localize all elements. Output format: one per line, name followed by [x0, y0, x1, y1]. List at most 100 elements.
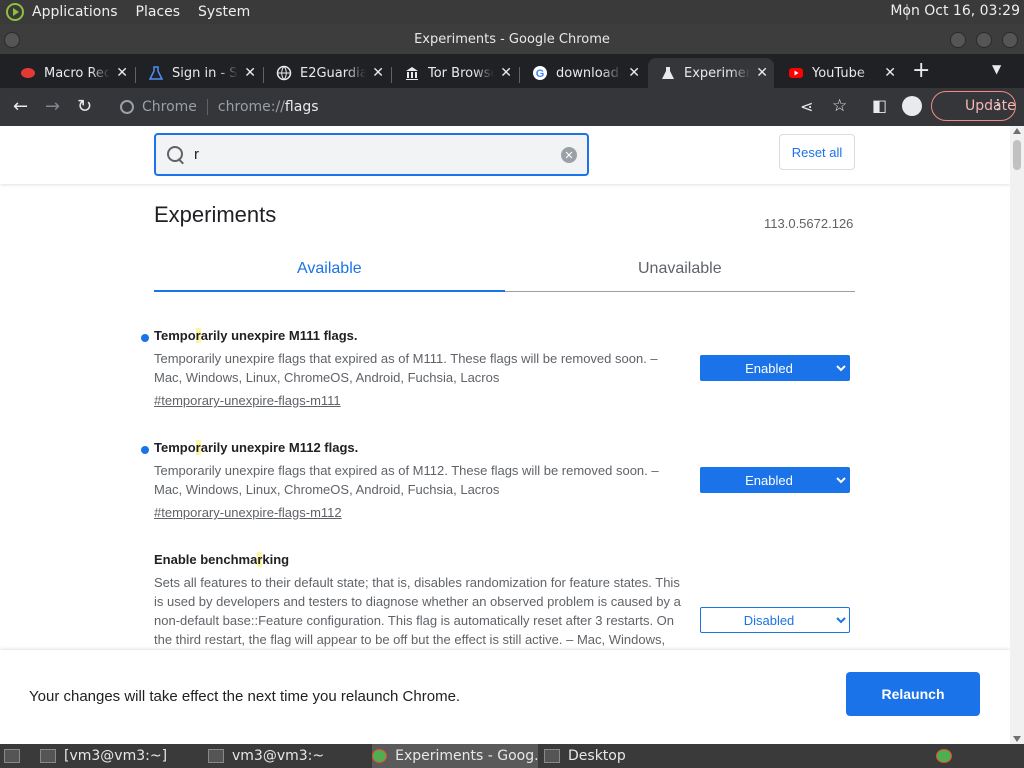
url-scheme: chrome:// [217, 99, 285, 115]
tab-youtube[interactable]: YouTube ✕ [776, 58, 902, 88]
scroll-down-icon[interactable] [1013, 736, 1021, 742]
window-menu-icon[interactable] [4, 32, 20, 48]
page-title: Experiments [154, 202, 277, 227]
scroll-up-icon[interactable] [1013, 128, 1021, 134]
flag-name: Temporarily unexpire M111 flags. [154, 328, 358, 343]
site-info-chip[interactable]: Chrome [120, 99, 197, 115]
task-chrome[interactable]: Experiments - Goog... [372, 744, 538, 768]
close-tab-icon[interactable]: ✕ [372, 65, 384, 81]
tab-macro-recorder[interactable]: Macro Recorder ✕ [8, 58, 134, 88]
terminal-icon [40, 749, 56, 763]
show-desktop-icon[interactable] [4, 744, 24, 768]
close-tab-icon[interactable]: ✕ [116, 65, 128, 81]
close-tab-icon[interactable]: ✕ [756, 65, 768, 81]
close-tab-icon[interactable]: ✕ [500, 65, 512, 81]
clear-search-icon[interactable]: ✕ [561, 147, 577, 163]
relaunch-button[interactable]: Relaunch [846, 672, 980, 716]
tab-label: E2Guardian [300, 65, 366, 81]
places-menu[interactable]: Places [136, 4, 181, 20]
address-bar[interactable]: Chrome chrome://flags [110, 92, 810, 122]
search-header: ✕ Reset all [0, 126, 1010, 184]
relaunch-message: Your changes will take effect the next t… [29, 688, 461, 705]
url-host: flags [284, 99, 319, 115]
beaker-icon [660, 65, 676, 81]
update-button[interactable]: Update ⋮ [931, 91, 1016, 121]
close-tab-icon[interactable]: ✕ [884, 65, 896, 81]
tab-available[interactable]: Available [297, 260, 362, 278]
task-desktop[interactable]: Desktop [544, 744, 664, 768]
tray-chrome-icon[interactable] [936, 744, 958, 768]
minimize-icon[interactable] [950, 32, 966, 48]
maximize-icon[interactable] [976, 32, 992, 48]
tab-label: YouTube [812, 65, 865, 81]
flag-description: Temporarily unexpire flags that expired … [154, 463, 659, 497]
tab-unavailable[interactable]: Unavailable [638, 260, 722, 278]
youtube-icon [788, 65, 804, 81]
reset-all-button[interactable]: Reset all [779, 134, 855, 170]
flag-state-select[interactable]: Disabled [700, 607, 850, 633]
chip-label: Chrome [142, 99, 197, 115]
flag-state-select[interactable]: Enabled [700, 355, 850, 381]
applications-menu[interactable]: Applications [32, 4, 118, 20]
flag-state-select[interactable]: Enabled [700, 467, 850, 493]
tab-label: Tor Browser [428, 65, 494, 81]
close-tab-icon[interactable]: ✕ [628, 65, 640, 81]
google-icon: G [532, 65, 548, 81]
side-panel-icon[interactable]: ◧ [872, 96, 887, 115]
profile-avatar-icon[interactable] [902, 96, 922, 116]
tab-e2guardian[interactable]: E2Guardian ✕ [264, 58, 390, 88]
task-label: [vm3@vm3:~] [64, 748, 168, 764]
page-scrollbar[interactable] [1010, 126, 1024, 744]
flag-permalink[interactable]: #temporary-unexpire-flags-m112 [154, 505, 342, 520]
task-terminal-1[interactable]: [vm3@vm3:~] [40, 744, 200, 768]
tab-download[interactable]: G download ✕ [520, 58, 646, 88]
close-window-icon[interactable] [1002, 32, 1018, 48]
flag-name: Temporarily unexpire M112 flags. [154, 440, 359, 455]
tab-experiments[interactable]: Experiments ✕ [648, 58, 774, 88]
tab-label: Experiments [684, 65, 750, 81]
taskbar: [vm3@vm3:~] vm3@vm3:~ Experiments - Goog… [0, 744, 1024, 768]
relaunch-bar: Your changes will take effect the next t… [0, 650, 1010, 744]
clock[interactable]: Mon Oct 16, 03:29 [890, 3, 1020, 19]
tab-label: Sign in - Selenium [172, 65, 238, 81]
menu-dots-icon[interactable]: ⋮ [991, 97, 1005, 113]
modified-indicator [141, 446, 149, 454]
flags-page: ✕ Reset all Experiments 113.0.5672.126 A… [0, 126, 1010, 744]
flags-search-box[interactable]: ✕ [154, 133, 589, 176]
task-label: vm3@vm3:~ [232, 748, 325, 764]
window-title: Experiments - Google Chrome [414, 31, 610, 47]
share-icon[interactable]: ⋖ [800, 97, 813, 116]
flags-tabs: Available Unavailable [154, 252, 855, 292]
modified-indicator [141, 334, 149, 342]
flag-permalink[interactable]: #temporary-unexpire-flags-m111 [154, 393, 341, 408]
close-tab-icon[interactable]: ✕ [244, 65, 256, 81]
browser-toolbar: ← → ↻ Chrome chrome://flags ⋖ ☆ ◧ Update… [0, 88, 1024, 126]
system-menu[interactable]: System [198, 4, 250, 20]
search-input[interactable] [194, 146, 554, 163]
bookmark-star-icon[interactable]: ☆ [832, 96, 847, 116]
tab-label: Macro Recorder [44, 65, 110, 81]
search-icon [166, 145, 186, 165]
version-label: 113.0.5672.126 [764, 216, 854, 231]
reload-icon[interactable]: ↻ [77, 96, 92, 117]
new-tab-icon[interactable]: + [912, 58, 930, 83]
forward-icon[interactable]: → [45, 96, 60, 117]
task-terminal-2[interactable]: vm3@vm3:~ [208, 744, 368, 768]
task-label: Experiments - Goog... [395, 748, 538, 764]
task-label: Desktop [568, 748, 626, 764]
svg-text:G: G [536, 68, 545, 80]
tab-tor-browser[interactable]: Tor Browser ✕ [392, 58, 518, 88]
top-panel: Applications Places System Mon Oct 16, 0… [0, 0, 1024, 24]
flag-name: Enable benchmarking [154, 552, 290, 567]
bank-icon [404, 65, 420, 81]
tab-search-chevron-icon[interactable]: ▼ [992, 62, 1001, 76]
window-titlebar[interactable]: Experiments - Google Chrome [0, 24, 1024, 54]
tab-sign-in[interactable]: Sign in - Selenium ✕ [136, 58, 262, 88]
distro-logo-icon[interactable] [6, 3, 24, 21]
macro-icon [20, 65, 36, 81]
scrollbar-thumb[interactable] [1013, 140, 1021, 170]
back-icon[interactable]: ← [13, 96, 28, 117]
flag-item: Enable benchmarking Sets all features to… [154, 552, 854, 649]
active-tab-indicator [154, 290, 505, 292]
flag-item: Temporarily unexpire M111 flags. Tempora… [141, 328, 854, 410]
